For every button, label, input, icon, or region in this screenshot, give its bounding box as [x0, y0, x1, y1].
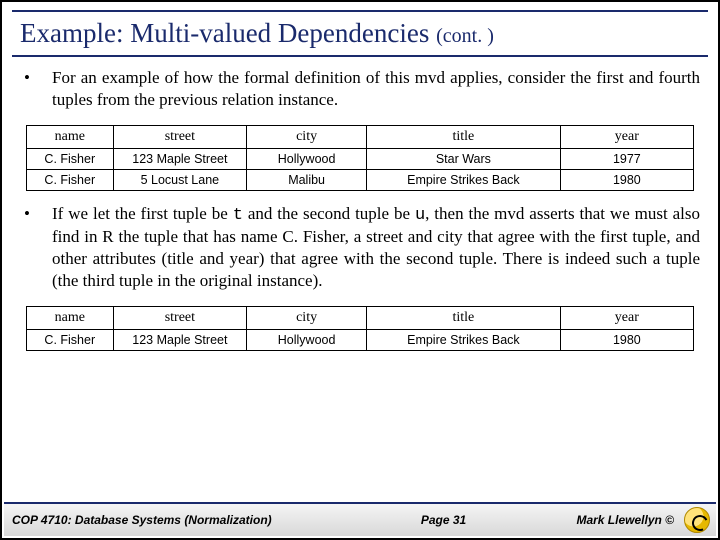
th-city: city [247, 306, 367, 329]
bullet-dot: • [24, 67, 52, 111]
th-title: title [367, 306, 560, 329]
th-title: title [367, 125, 560, 148]
var-t: t [233, 206, 243, 225]
th-name: name [26, 306, 113, 329]
th-street: street [113, 306, 246, 329]
th-year: year [560, 125, 693, 148]
cell-title: Star Wars [367, 148, 560, 169]
table-row: C. Fisher 123 Maple Street Hollywood Emp… [26, 329, 693, 350]
footer-author: Mark Llewellyn © [513, 513, 708, 527]
cell-city: Hollywood [247, 329, 367, 350]
table-header-row: name street city title year [26, 306, 693, 329]
bullet-2-text: If we let the first tuple be t and the s… [52, 203, 700, 292]
bullet-2: • If we let the first tuple be t and the… [12, 203, 708, 302]
title-main: Example: Multi-valued Dependencies [20, 18, 436, 48]
rule-top [12, 10, 708, 12]
slide-title: Example: Multi-valued Dependencies (cont… [12, 16, 708, 55]
cell-year: 1977 [560, 148, 693, 169]
cell-city: Malibu [247, 169, 367, 190]
slide: Example: Multi-valued Dependencies (cont… [0, 0, 720, 540]
cell-street: 123 Maple Street [113, 329, 246, 350]
var-u: u [415, 206, 425, 225]
bullet-1: • For an example of how the formal defin… [12, 67, 708, 121]
cell-name: C. Fisher [26, 169, 113, 190]
th-city: city [247, 125, 367, 148]
ucf-logo-icon [684, 507, 710, 533]
th-year: year [560, 306, 693, 329]
bullet-1-text: For an example of how the formal definit… [52, 67, 700, 111]
cell-name: C. Fisher [26, 329, 113, 350]
table-1: name street city title year C. Fisher 12… [26, 125, 694, 191]
th-street: street [113, 125, 246, 148]
table-header-row: name street city title year [26, 125, 693, 148]
table-row: C. Fisher 123 Maple Street Hollywood Sta… [26, 148, 693, 169]
p2b: and the second tuple be [243, 204, 415, 223]
cell-title: Empire Strikes Back [367, 169, 560, 190]
cell-street: 123 Maple Street [113, 148, 246, 169]
cell-year: 1980 [560, 169, 693, 190]
footer-page: Page 31 [374, 513, 513, 527]
footer: COP 4710: Database Systems (Normalizatio… [4, 502, 716, 536]
title-cont: (cont. ) [436, 25, 494, 47]
cell-name: C. Fisher [26, 148, 113, 169]
table-row: C. Fisher 5 Locust Lane Malibu Empire St… [26, 169, 693, 190]
cell-street: 5 Locust Lane [113, 169, 246, 190]
p2a: If we let the first tuple be [52, 204, 233, 223]
rule-under-title [12, 55, 708, 57]
footer-course: COP 4710: Database Systems (Normalizatio… [12, 513, 374, 527]
table-2: name street city title year C. Fisher 12… [26, 306, 694, 351]
cell-title: Empire Strikes Back [367, 329, 560, 350]
cell-year: 1980 [560, 329, 693, 350]
cell-city: Hollywood [247, 148, 367, 169]
bullet-dot: • [24, 203, 52, 292]
th-name: name [26, 125, 113, 148]
